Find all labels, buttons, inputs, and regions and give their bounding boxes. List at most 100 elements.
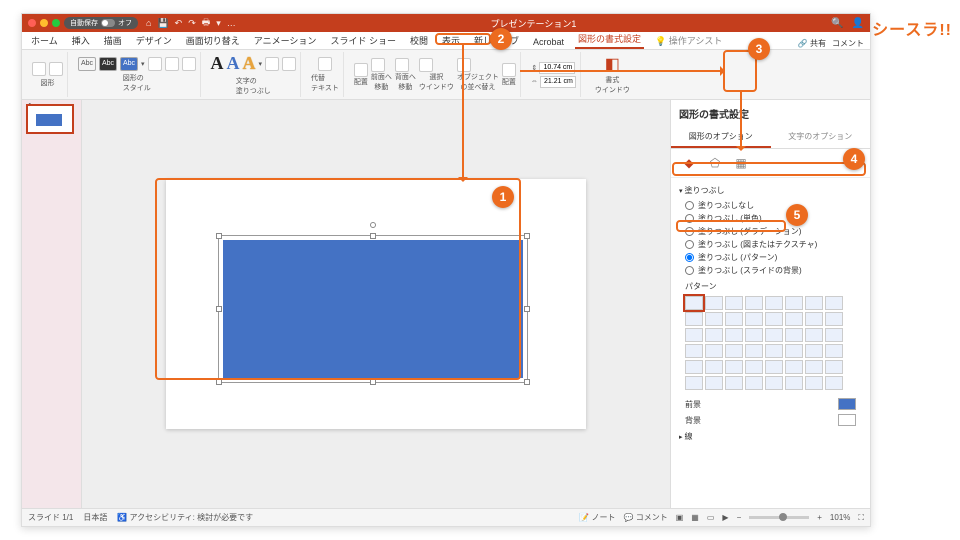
fill-gradient-radio[interactable]: 塗りつぶし (グラデーション): [679, 225, 862, 238]
tab-acrobat[interactable]: Acrobat: [530, 35, 567, 49]
accessibility-checker[interactable]: ♿ アクセシビリティ: 検討が必要です: [117, 512, 253, 523]
foreground-color-picker[interactable]: [838, 398, 856, 410]
text-outline-icon[interactable]: [282, 57, 296, 71]
style-preset-2[interactable]: Abc: [99, 57, 117, 71]
resize-handle-se[interactable]: [524, 379, 530, 385]
pattern-swatch[interactable]: [785, 328, 803, 342]
pattern-swatch[interactable]: [825, 344, 843, 358]
redo-icon[interactable]: ↷: [188, 18, 196, 29]
pattern-swatch[interactable]: [685, 296, 703, 310]
pattern-swatch[interactable]: [825, 376, 843, 390]
qat-more-icon[interactable]: ▾: [216, 18, 221, 29]
pattern-swatch[interactable]: [805, 296, 823, 310]
pattern-swatch[interactable]: [765, 296, 783, 310]
shape-width-input[interactable]: [540, 76, 576, 88]
pattern-swatch[interactable]: [825, 312, 843, 326]
resize-handle-w[interactable]: [216, 306, 222, 312]
pattern-swatch[interactable]: [745, 296, 763, 310]
close-window-icon[interactable]: [28, 19, 36, 27]
style-preset-1[interactable]: Abc: [78, 57, 96, 71]
tab-shape-format[interactable]: 図形の書式設定: [575, 30, 644, 49]
sorter-view-icon[interactable]: ▦: [691, 513, 699, 522]
alt-text-icon[interactable]: [318, 57, 332, 71]
fill-section-header[interactable]: 塗りつぶし: [679, 182, 862, 199]
search-icon[interactable]: 🔍: [831, 18, 843, 29]
format-pane-button[interactable]: ◧ 書式 ウインドウ: [591, 52, 634, 97]
pattern-swatch[interactable]: [765, 312, 783, 326]
wordart-preset-3[interactable]: A: [243, 53, 256, 74]
pattern-swatch[interactable]: [825, 328, 843, 342]
wordart-more-icon[interactable]: ▾: [259, 60, 263, 68]
pattern-swatch[interactable]: [805, 344, 823, 358]
shape-outline-icon[interactable]: [165, 57, 179, 71]
pattern-swatch[interactable]: [745, 312, 763, 326]
pattern-swatch[interactable]: [765, 344, 783, 358]
minimize-window-icon[interactable]: [40, 19, 48, 27]
pattern-swatch[interactable]: [725, 296, 743, 310]
pattern-swatch[interactable]: [705, 344, 723, 358]
pattern-swatch[interactable]: [805, 312, 823, 326]
style-gallery-more-icon[interactable]: ▾: [141, 60, 145, 68]
wordart-preset-1[interactable]: A: [211, 53, 224, 74]
save-icon[interactable]: 💾: [157, 18, 168, 29]
tab-transitions[interactable]: 画面切り替え: [183, 32, 243, 49]
bring-forward-icon[interactable]: [371, 58, 385, 72]
edit-shape-icon[interactable]: [49, 62, 63, 76]
resize-handle-nw[interactable]: [216, 233, 222, 239]
pattern-swatch[interactable]: [705, 328, 723, 342]
language-indicator[interactable]: 日本語: [83, 512, 107, 523]
pattern-swatch[interactable]: [705, 376, 723, 390]
zoom-out-icon[interactable]: −: [737, 513, 742, 522]
slide[interactable]: [166, 179, 586, 429]
print-icon[interactable]: 🖶: [202, 15, 211, 31]
pattern-swatch[interactable]: [725, 360, 743, 374]
pattern-swatch[interactable]: [805, 328, 823, 342]
fill-line-tab-icon[interactable]: ◆: [681, 155, 697, 171]
home-icon[interactable]: ⌂: [146, 18, 151, 28]
size-props-tab-icon[interactable]: ▦: [733, 155, 749, 171]
fit-to-window-icon[interactable]: ⛶: [858, 513, 864, 523]
resize-handle-ne[interactable]: [524, 233, 530, 239]
tab-view[interactable]: 表示: [439, 32, 463, 49]
line-section-header[interactable]: 線: [679, 428, 862, 445]
style-preset-3[interactable]: Abc: [120, 57, 138, 71]
pattern-swatch[interactable]: [725, 312, 743, 326]
shape-effects-icon[interactable]: [182, 57, 196, 71]
user-avatar-icon[interactable]: 👤: [852, 18, 864, 29]
comments-button[interactable]: コメント: [832, 38, 864, 49]
resize-handle-s[interactable]: [370, 379, 376, 385]
pattern-swatch[interactable]: [685, 360, 703, 374]
format-tab-text-options[interactable]: 文字のオプション: [771, 127, 871, 148]
pattern-swatch[interactable]: [785, 344, 803, 358]
slide-thumbnail-1[interactable]: [26, 104, 74, 134]
fill-pattern-radio[interactable]: 塗りつぶし (パターン): [679, 251, 862, 264]
pattern-swatch[interactable]: [725, 376, 743, 390]
slide-canvas-area[interactable]: [82, 100, 670, 508]
comments-toggle[interactable]: 💬 コメント: [624, 512, 668, 523]
shape-fill-icon[interactable]: [148, 57, 162, 71]
slideshow-view-icon[interactable]: ▶: [722, 513, 728, 522]
text-fill-icon[interactable]: [265, 57, 279, 71]
pattern-swatch[interactable]: [725, 328, 743, 342]
pattern-swatch[interactable]: [785, 376, 803, 390]
tab-draw[interactable]: 描画: [101, 32, 125, 49]
pattern-swatch[interactable]: [825, 360, 843, 374]
autosave-toggle[interactable]: 自動保存 オフ: [64, 17, 138, 29]
pattern-swatch[interactable]: [765, 328, 783, 342]
pattern-swatch[interactable]: [725, 344, 743, 358]
pattern-swatch[interactable]: [705, 360, 723, 374]
pattern-swatch[interactable]: [785, 360, 803, 374]
fill-none-radio[interactable]: 塗りつぶしなし: [679, 199, 862, 212]
selection-pane-icon[interactable]: [419, 58, 433, 72]
normal-view-icon[interactable]: ▣: [676, 513, 684, 522]
pattern-swatch[interactable]: [745, 376, 763, 390]
pattern-swatch[interactable]: [745, 344, 763, 358]
arrange-icon[interactable]: [354, 63, 368, 77]
pattern-swatch[interactable]: [685, 376, 703, 390]
pattern-swatch[interactable]: [705, 312, 723, 326]
pattern-swatch[interactable]: [685, 312, 703, 326]
pattern-swatch[interactable]: [825, 296, 843, 310]
resize-handle-e[interactable]: [524, 306, 530, 312]
pattern-swatch[interactable]: [745, 360, 763, 374]
resize-handle-sw[interactable]: [216, 379, 222, 385]
